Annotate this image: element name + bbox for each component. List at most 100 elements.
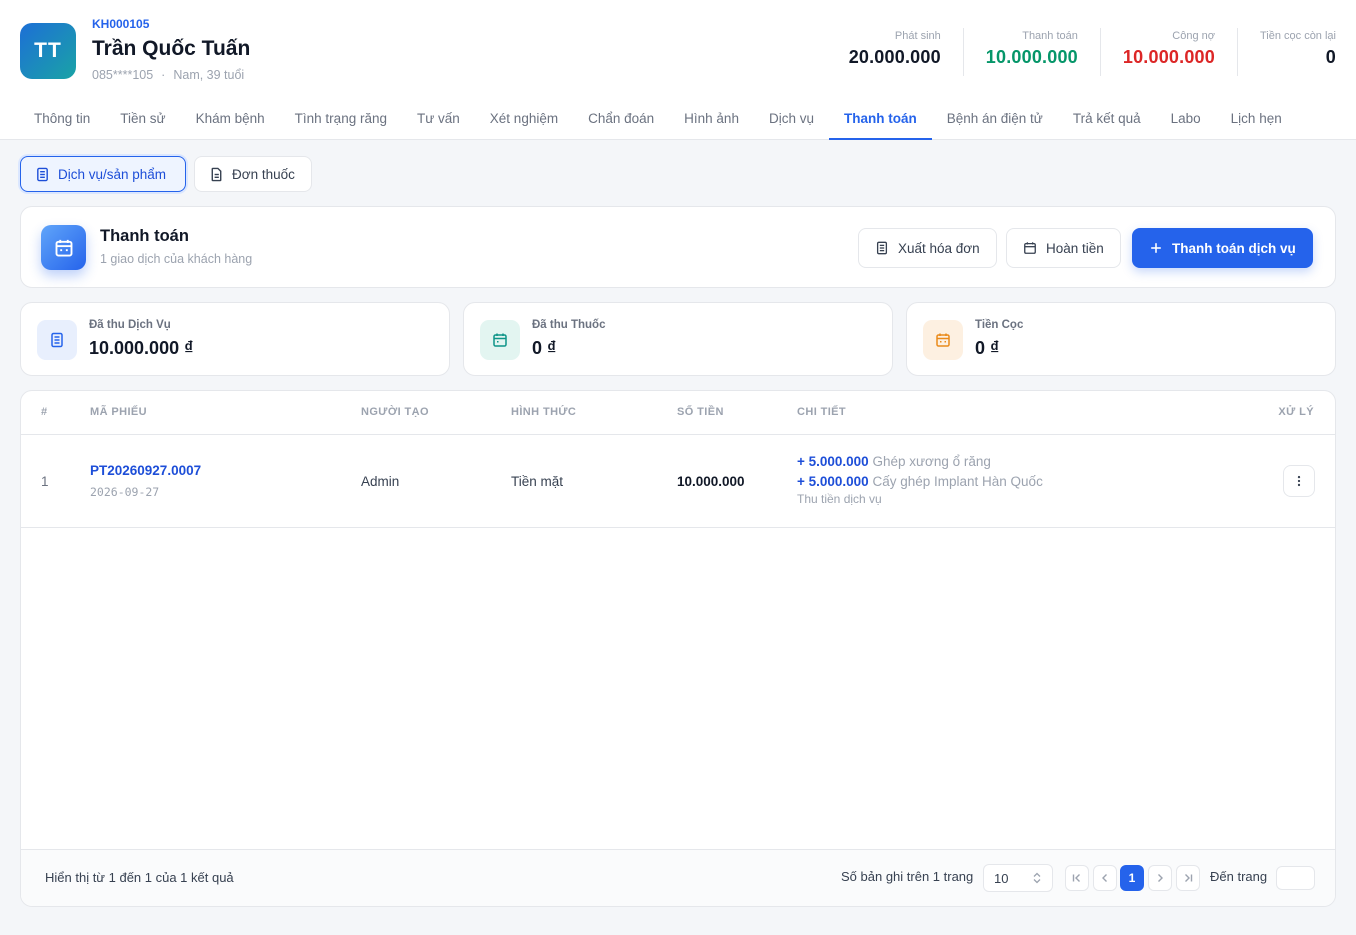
stat-value: 10.000.000 bbox=[985, 47, 1078, 67]
page-1-button[interactable]: 1 bbox=[1120, 865, 1144, 891]
row-detail: + 5.000.000 Ghép xương ổ răng + 5.000.00… bbox=[797, 452, 1043, 506]
customer-meta: 085****105 · Nam, 39 tuổi bbox=[92, 68, 244, 82]
summary-label: Đã thu Thuốc bbox=[532, 319, 606, 331]
tab-dich-vu[interactable]: Dịch vụ bbox=[754, 100, 829, 140]
document-icon bbox=[876, 241, 888, 255]
prev-page-button[interactable] bbox=[1093, 865, 1117, 891]
header-amount: SỐ TIỀN bbox=[677, 406, 724, 418]
row-index: 1 bbox=[41, 474, 49, 489]
payment-card: Thanh toán 1 giao dịch của khách hàng Xu… bbox=[20, 206, 1336, 288]
customer-gender-age: Nam, 39 tuổi bbox=[173, 68, 245, 82]
detail-amount: + 5.000.000 bbox=[797, 474, 869, 489]
last-page-button[interactable] bbox=[1176, 865, 1200, 891]
calendar-icon bbox=[480, 320, 520, 360]
patient-header: TT KH000105 Trần Quốc Tuấn 085****105 · … bbox=[0, 0, 1356, 140]
calendar-icon bbox=[41, 225, 86, 270]
refund-label: Hoàn tiền bbox=[1046, 240, 1104, 256]
payment-subtitle: 1 giao dịch của khách hàng bbox=[100, 252, 253, 266]
detail-line: + 5.000.000 Ghép xương ổ răng bbox=[797, 452, 1043, 472]
row-creator: Admin bbox=[361, 474, 400, 489]
tab-benh-an-dien-tu[interactable]: Bệnh án điện tử bbox=[932, 100, 1058, 140]
detail-line: + 5.000.000 Cấy ghép Implant Hàn Quốc bbox=[797, 472, 1043, 492]
tab-lich-hen[interactable]: Lịch hẹn bbox=[1216, 100, 1297, 140]
summary-value: 0 ₫ bbox=[532, 338, 557, 358]
next-page-button[interactable] bbox=[1148, 865, 1172, 891]
export-invoice-label: Xuất hóa đơn bbox=[898, 240, 980, 256]
table-row: 1 PT20260927.0007 2026-09-27 Admin Tiền … bbox=[21, 435, 1335, 528]
header-index: # bbox=[41, 406, 48, 418]
table-footer: Hiển thị từ 1 đến 1 của 1 kết quả Số bản… bbox=[21, 849, 1335, 906]
tab-labo[interactable]: Labo bbox=[1156, 100, 1216, 140]
tab-thong-tin[interactable]: Thông tin bbox=[19, 100, 105, 140]
tab-tien-su[interactable]: Tiền sử bbox=[105, 100, 180, 140]
pagination-summary: Hiển thị từ 1 đến 1 của 1 kết quả bbox=[45, 870, 234, 885]
export-invoice-button[interactable]: Xuất hóa đơn bbox=[858, 228, 997, 268]
file-icon bbox=[211, 167, 222, 181]
tab-tu-van[interactable]: Tư vấn bbox=[402, 100, 475, 140]
row-method: Tiền mặt bbox=[511, 474, 564, 489]
summary-medicine-card: Đã thu Thuốc 0 ₫ bbox=[463, 302, 893, 376]
sort-arrows-icon bbox=[1033, 872, 1041, 884]
stat-value: 10.000.000 bbox=[1122, 47, 1215, 67]
stat-value: 20.000.000 bbox=[848, 47, 941, 67]
detail-text: Ghép xương ổ răng bbox=[872, 454, 991, 469]
last-page-icon bbox=[1185, 874, 1193, 882]
first-page-button[interactable] bbox=[1065, 865, 1089, 891]
finance-stats: Phát sinh 20.000.000 Thanh toán 10.000.0… bbox=[827, 28, 1336, 76]
summary-label: Đã thu Dịch Vụ bbox=[89, 319, 171, 331]
header-detail: CHI TIẾT bbox=[797, 406, 847, 418]
payments-table: # MÃ PHIẾU NGƯỜI TẠO HÌNH THỨC SỐ TIỀN C… bbox=[20, 390, 1336, 907]
subtab-services-label: Dịch vụ/sản phẩm bbox=[58, 166, 167, 182]
summary-deposit-card: Tiền Cọc 0 ₫ bbox=[906, 302, 1336, 376]
avatar: TT bbox=[20, 23, 76, 79]
tab-kham-benh[interactable]: Khám bệnh bbox=[181, 100, 280, 140]
header-method: HÌNH THỨC bbox=[511, 406, 577, 418]
receipt-code-link[interactable]: PT20260927.0007 bbox=[90, 463, 201, 478]
customer-code: KH000105 bbox=[92, 17, 150, 31]
subtab-services[interactable]: Dịch vụ/sản phẩm bbox=[20, 156, 186, 192]
chevron-left-icon bbox=[1102, 874, 1107, 882]
stat-cong-no: Công nợ 10.000.000 bbox=[1099, 28, 1237, 76]
tab-xet-nghiem[interactable]: Xét nghiệm bbox=[475, 100, 573, 140]
header-code: MÃ PHIẾU bbox=[90, 406, 147, 418]
receipt-date: 2026-09-27 bbox=[90, 485, 160, 499]
tab-chan-doan[interactable]: Chẩn đoán bbox=[573, 100, 669, 140]
refund-button[interactable]: Hoàn tiền bbox=[1006, 228, 1121, 268]
detail-note: Thu tiền dịch vụ bbox=[797, 492, 882, 506]
tab-thanh-toan[interactable]: Thanh toán bbox=[828, 100, 932, 140]
detail-text: Cấy ghép Implant Hàn Quốc bbox=[872, 474, 1043, 489]
stat-label: Thanh toán bbox=[1022, 30, 1078, 42]
pay-service-label: Thanh toán dịch vụ bbox=[1172, 240, 1296, 256]
header-action: XỬ LÝ bbox=[1278, 406, 1314, 418]
summary-value: 10.000.000 ₫ bbox=[89, 338, 194, 358]
calendar-icon bbox=[923, 320, 963, 360]
summary-value: 0 ₫ bbox=[975, 338, 1000, 358]
goto-page-label: Đến trang bbox=[1210, 869, 1268, 884]
customer-phone: 085****105 bbox=[92, 68, 154, 82]
chevron-right-icon bbox=[1158, 874, 1163, 882]
stat-thanh-toan: Thanh toán 10.000.000 bbox=[962, 28, 1100, 76]
stat-phat-sinh: Phát sinh 20.000.000 bbox=[827, 28, 963, 76]
subtab-prescription[interactable]: Đơn thuốc bbox=[194, 156, 312, 192]
tab-tinh-trang-rang[interactable]: Tình trạng răng bbox=[280, 100, 402, 140]
per-page-value: 10 bbox=[994, 870, 1009, 886]
plus-icon bbox=[1151, 243, 1161, 253]
per-page-label: Số bản ghi trên 1 trang bbox=[841, 869, 974, 884]
stat-label: Phát sinh bbox=[894, 30, 941, 42]
summary-label: Tiền Cọc bbox=[975, 319, 1024, 331]
row-actions-button[interactable] bbox=[1283, 465, 1315, 497]
stat-tien-coc: Tiền cọc còn lại 0 bbox=[1236, 28, 1336, 76]
pay-service-button[interactable]: Thanh toán dịch vụ bbox=[1132, 228, 1313, 268]
tab-tra-ket-qua[interactable]: Trả kết quả bbox=[1058, 100, 1156, 140]
tab-hinh-anh[interactable]: Hình ảnh bbox=[669, 100, 754, 140]
first-page-icon bbox=[1072, 874, 1080, 882]
more-vertical-icon bbox=[1297, 475, 1301, 487]
document-icon bbox=[37, 320, 77, 360]
meta-separator: · bbox=[161, 68, 166, 82]
customer-name: Trần Quốc Tuấn bbox=[92, 37, 251, 60]
stat-label: Công nợ bbox=[1172, 30, 1215, 42]
goto-page-input[interactable] bbox=[1276, 866, 1315, 890]
per-page-select[interactable]: 10 bbox=[983, 864, 1053, 892]
subtab-prescription-label: Đơn thuốc bbox=[232, 166, 295, 182]
header-creator: NGƯỜI TẠO bbox=[361, 406, 429, 418]
